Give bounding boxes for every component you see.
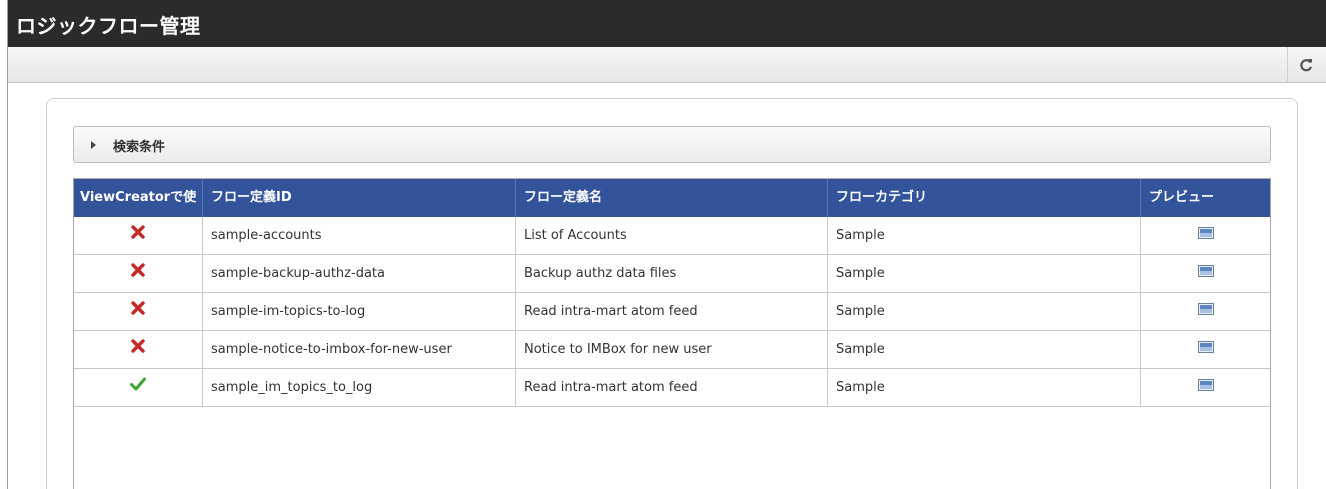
preview-icon[interactable]: [1197, 293, 1214, 330]
check-icon: [130, 369, 146, 406]
column-header-viewcreator[interactable]: ViewCreatorで使: [74, 179, 203, 217]
column-header-flow-name[interactable]: フロー定義名: [516, 179, 828, 217]
table-row[interactable]: sample-accounts List of Accounts Sample: [74, 217, 1270, 255]
flow-id-cell: sample-backup-authz-data: [203, 255, 516, 292]
flow-name-cell: List of Accounts: [516, 217, 828, 254]
flow-table: ViewCreatorで使 フロー定義ID フロー定義名 フローカテゴリ プレビ…: [73, 178, 1271, 489]
toolbar: [8, 47, 1326, 83]
preview-cell: [1141, 255, 1270, 292]
flow-name-cell: Backup authz data files: [516, 255, 828, 292]
search-conditions-toggle[interactable]: 検索条件: [73, 126, 1271, 163]
flow-category-cell: Sample: [828, 369, 1141, 406]
cross-icon: [131, 331, 145, 368]
preview-icon[interactable]: [1197, 369, 1214, 406]
flow-category-cell: Sample: [828, 255, 1141, 292]
flow-category-cell: Sample: [828, 217, 1141, 254]
caret-right-icon: [91, 141, 96, 149]
table-row[interactable]: sample-backup-authz-data Backup authz dat…: [74, 255, 1270, 293]
preview-icon[interactable]: [1197, 331, 1214, 368]
cross-icon: [131, 255, 145, 292]
table-row[interactable]: sample-notice-to-imbox-for-new-user Notic…: [74, 331, 1270, 369]
cross-icon: [131, 217, 145, 254]
table-header: ViewCreatorで使 フロー定義ID フロー定義名 フローカテゴリ プレビ…: [74, 179, 1270, 217]
preview-cell: [1141, 217, 1270, 254]
refresh-icon: [1300, 59, 1313, 72]
cross-icon: [131, 293, 145, 330]
page-title: ロジックフロー管理: [16, 14, 201, 38]
flow-name-cell: Read intra-mart atom feed: [516, 369, 828, 406]
flow-id-cell: sample-accounts: [203, 217, 516, 254]
viewcreator-status-cell: [74, 255, 203, 292]
viewcreator-status-cell: [74, 369, 203, 406]
preview-icon[interactable]: [1197, 255, 1214, 292]
window-edge: [0, 0, 8, 489]
column-header-flow-id[interactable]: フロー定義ID: [203, 179, 516, 217]
flow-id-cell: sample-im-topics-to-log: [203, 293, 516, 330]
flow-category-cell: Sample: [828, 331, 1141, 368]
viewcreator-status-cell: [74, 331, 203, 368]
title-bar: ロジックフロー管理: [8, 0, 1326, 47]
preview-cell: [1141, 293, 1270, 330]
toolbar-divider: [1287, 47, 1288, 83]
preview-icon[interactable]: [1197, 217, 1214, 254]
table-body: sample-accounts List of Accounts Sample sam…: [74, 217, 1270, 407]
flow-id-cell: sample_im_topics_to_log: [203, 369, 516, 406]
viewcreator-status-cell: [74, 293, 203, 330]
flow-name-cell: Notice to IMBox for new user: [516, 331, 828, 368]
column-header-preview: プレビュー: [1149, 190, 1215, 205]
flow-id-cell: sample-notice-to-imbox-for-new-user: [203, 331, 516, 368]
refresh-button[interactable]: [1294, 53, 1318, 77]
table-row[interactable]: sample_im_topics_to_log Read intra-mart a…: [74, 369, 1270, 407]
viewcreator-status-cell: [74, 217, 203, 254]
flow-name-cell: Read intra-mart atom feed: [516, 293, 828, 330]
column-header-flow-category[interactable]: フローカテゴリ: [828, 179, 1141, 217]
table-row[interactable]: sample-im-topics-to-log Read intra-mart a…: [74, 293, 1270, 331]
search-conditions-label: 検索条件: [113, 140, 166, 155]
flow-category-cell: Sample: [828, 293, 1141, 330]
preview-cell: [1141, 331, 1270, 368]
preview-cell: [1141, 369, 1270, 406]
